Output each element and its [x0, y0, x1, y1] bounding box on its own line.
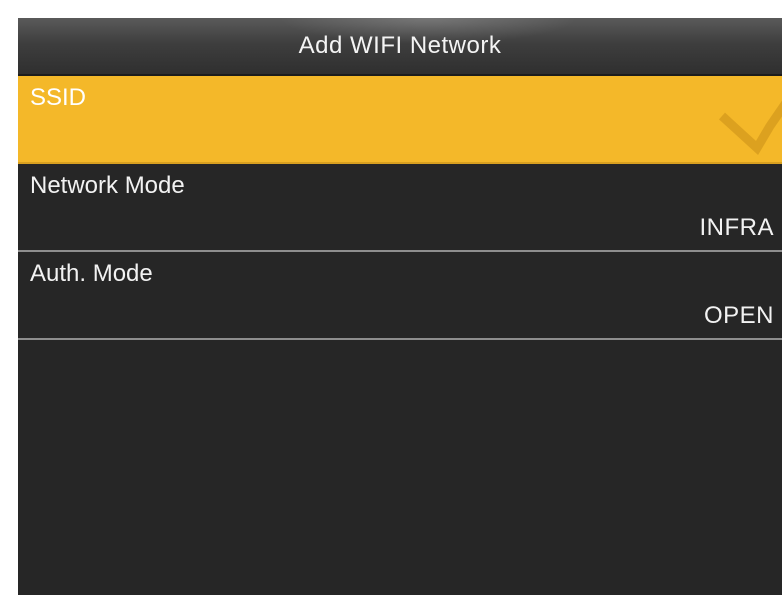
watermark-logo — [718, 100, 782, 156]
title-bar: Add WIFI Network — [18, 18, 782, 76]
menu-item-auth-mode[interactable]: Auth. Mode OPEN — [18, 252, 782, 340]
menu-item-network-mode[interactable]: Network Mode INFRA — [18, 164, 782, 252]
menu-item-ssid[interactable]: SSID — [18, 76, 782, 164]
screen-title: Add WIFI Network — [298, 32, 502, 59]
menu-item-label: Network Mode — [30, 172, 185, 199]
menu-item-value: OPEN — [703, 302, 774, 329]
menu-item-label: Auth. Mode — [30, 260, 153, 287]
settings-list: SSID Network Mode INFRA Auth. Mode OPEN — [18, 76, 782, 340]
menu-item-label: SSID — [30, 84, 87, 111]
device-screen: Add WIFI Network SSID Network Mode INFRA… — [18, 18, 782, 595]
menu-item-value: INFRA — [699, 214, 774, 241]
